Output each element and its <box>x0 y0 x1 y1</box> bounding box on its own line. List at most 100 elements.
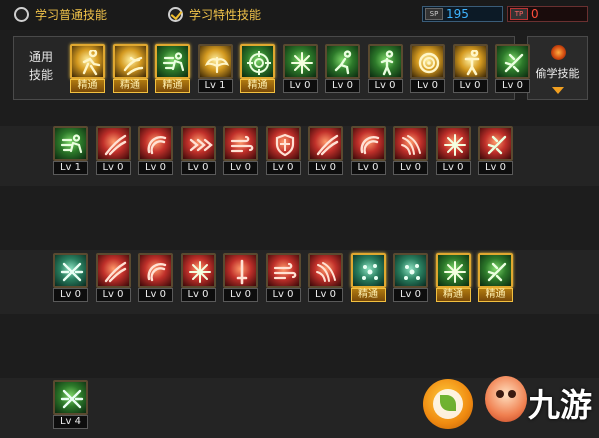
skill-arrows-icon <box>180 126 216 161</box>
skill-cross-icon <box>53 380 88 415</box>
skill-arc-icon <box>350 126 386 161</box>
skill-slot[interactable]: 精通 <box>155 44 190 94</box>
skill-slot[interactable]: Lv 0 <box>223 126 258 176</box>
skill-level-label: Lv 4 <box>53 415 88 429</box>
skill-slot[interactable]: Lv 0 <box>223 253 258 303</box>
steal-skills-label: 偷学技能 <box>535 67 580 80</box>
skill-sweep-icon <box>393 126 428 161</box>
top-bar: 学习普通技能 学习特性技能 SP 195 TP 0 <box>0 0 599 30</box>
skill-slot[interactable]: Lv 0 <box>367 44 403 94</box>
skill-level-label: Lv 0 <box>478 161 513 175</box>
skill-level-label: 精通 <box>435 288 471 302</box>
radio-special-label: 学习特性技能 <box>189 8 262 22</box>
skill-level-label: Lv 0 <box>180 161 216 175</box>
band-2 <box>0 186 599 250</box>
skill-sparks-icon <box>393 253 428 288</box>
steal-skills-button[interactable]: 偷学技能 <box>527 36 588 100</box>
skill-slot[interactable]: Lv 0 <box>95 126 131 176</box>
skill-runner-icon <box>70 44 105 79</box>
skill-level-label: Lv 0 <box>367 79 403 93</box>
skill-slot[interactable]: Lv 0 <box>410 44 445 94</box>
skill-fist-icon <box>112 44 148 79</box>
skill-slot[interactable]: Lv 0 <box>138 253 173 303</box>
skill-slot[interactable]: Lv 0 <box>393 126 428 176</box>
skill-figure-icon <box>367 44 403 79</box>
skill-slot[interactable]: Lv 0 <box>452 44 488 94</box>
skill-burst-icon <box>282 44 318 79</box>
skill-slot[interactable]: 精通 <box>112 44 148 94</box>
skill-dash-icon <box>155 44 190 79</box>
skill-slot[interactable]: Lv 0 <box>180 253 216 303</box>
skill-slash-icon <box>95 126 131 161</box>
skill-level-label: Lv 0 <box>138 161 173 175</box>
skill-slot[interactable]: Lv 0 <box>265 126 301 176</box>
skill-slot[interactable]: Lv 0 <box>138 126 173 176</box>
skill-arc-icon <box>138 126 173 161</box>
skill-slot[interactable]: Lv 0 <box>282 44 318 94</box>
skill-slot[interactable]: 精通 <box>350 253 386 303</box>
skill-wind-icon <box>223 126 258 161</box>
skill-slot[interactable]: Lv 0 <box>325 44 360 94</box>
common-skills-label: 通用技能 <box>28 50 53 82</box>
skill-kneel-icon <box>325 44 360 79</box>
skill-slot[interactable]: Lv 0 <box>308 253 343 303</box>
skill-shield-icon <box>265 126 301 161</box>
skill-strike-icon <box>495 44 530 79</box>
skill-slash-icon <box>308 126 343 161</box>
tp-tag: TP <box>510 8 528 20</box>
skill-slot[interactable]: Lv 0 <box>393 253 428 303</box>
skill-strike-icon <box>478 253 513 288</box>
skill-level-label: Lv 1 <box>197 79 233 93</box>
skill-level-label: 精通 <box>155 79 190 93</box>
skill-slot[interactable]: Lv 0 <box>350 126 386 176</box>
radio-normal-skills[interactable]: 学习普通技能 <box>14 6 107 23</box>
skill-man-icon <box>452 44 488 79</box>
skill-level-label: Lv 0 <box>452 79 488 93</box>
radio-special-skills[interactable]: 学习特性技能 <box>168 6 261 23</box>
skill-level-label: 精通 <box>70 79 105 93</box>
skill-level-label: 精通 <box>240 79 275 93</box>
sp-tag: SP <box>425 8 443 20</box>
skill-slot[interactable]: Lv 0 <box>95 253 131 303</box>
skill-level-label: Lv 0 <box>95 161 131 175</box>
skill-slot[interactable]: Lv 0 <box>435 126 471 176</box>
skill-burst-icon <box>180 253 216 288</box>
skill-cross-icon <box>53 253 88 288</box>
skill-level-label: Lv 0 <box>495 79 530 93</box>
skill-level-label: Lv 0 <box>435 161 471 175</box>
skill-level-label: Lv 0 <box>308 161 343 175</box>
radio-checked-icon <box>168 7 183 22</box>
band-4 <box>0 314 599 378</box>
skill-slot[interactable]: Lv 1 <box>197 44 233 94</box>
skill-slot[interactable]: Lv 0 <box>478 126 513 176</box>
skill-level-label: Lv 0 <box>180 288 216 302</box>
skill-burst-icon <box>435 126 471 161</box>
skill-wind-icon <box>265 253 301 288</box>
skill-target-icon <box>240 44 275 79</box>
skill-level-label: Lv 0 <box>95 288 131 302</box>
skill-window: 学习普通技能 学习特性技能 SP 195 TP 0 通用技能 偷学技能 精通 精通… <box>0 0 599 438</box>
skill-level-label: Lv 0 <box>325 79 360 93</box>
skill-slot[interactable]: Lv 0 <box>495 44 530 94</box>
skill-level-label: Lv 0 <box>265 161 301 175</box>
skill-wings-icon <box>197 44 233 79</box>
skill-slot[interactable]: Lv 0 <box>53 253 88 303</box>
skill-sweep-icon <box>308 253 343 288</box>
skill-slot[interactable]: Lv 0 <box>308 126 343 176</box>
skill-level-label: Lv 0 <box>393 161 428 175</box>
skill-slot[interactable]: Lv 4 <box>53 380 88 430</box>
skill-slot[interactable]: 精通 <box>240 44 275 94</box>
watermark-logo-icon <box>423 379 473 429</box>
skill-slot[interactable]: 精通 <box>435 253 471 303</box>
skill-level-label: Lv 0 <box>138 288 173 302</box>
skill-slot[interactable]: 精通 <box>70 44 105 94</box>
skill-level-label: Lv 0 <box>53 288 88 302</box>
skill-slot[interactable]: Lv 1 <box>53 126 88 176</box>
sp-points: SP 195 <box>422 6 503 22</box>
tp-points-value: 0 <box>531 7 539 21</box>
skill-level-label: Lv 0 <box>350 161 386 175</box>
skill-slot[interactable]: Lv 0 <box>265 253 301 303</box>
fire-icon <box>551 45 566 60</box>
skill-slot[interactable]: Lv 0 <box>180 126 216 176</box>
skill-slot[interactable]: 精通 <box>478 253 513 303</box>
